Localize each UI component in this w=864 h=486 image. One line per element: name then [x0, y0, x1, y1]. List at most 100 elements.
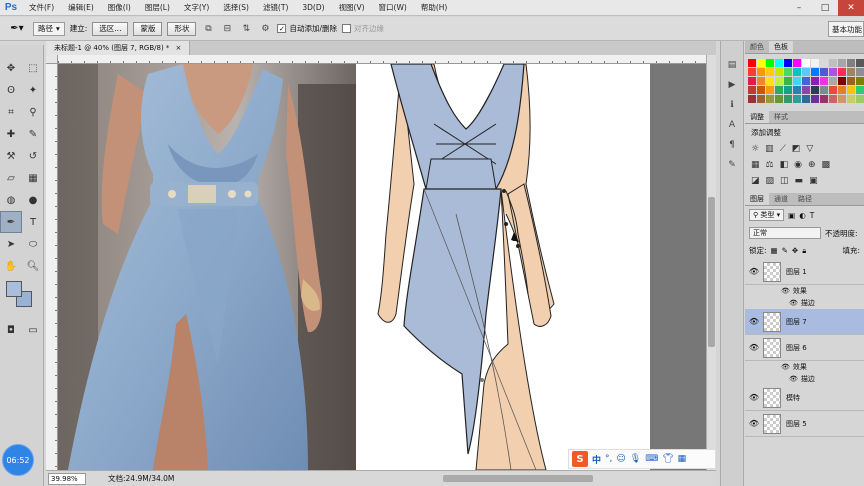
color-swatch[interactable] — [757, 68, 765, 76]
blur-tool-icon[interactable]: ◍ — [0, 189, 22, 211]
menu-view[interactable]: 视图(V) — [332, 2, 372, 13]
skin-icon[interactable]: 👕︎ — [662, 454, 673, 464]
color-swatch[interactable] — [856, 95, 864, 103]
crop-tool-icon[interactable]: ⌗ — [0, 101, 22, 123]
color-swatch[interactable] — [811, 59, 819, 67]
color-swatch[interactable] — [793, 68, 801, 76]
color-swatch[interactable] — [802, 77, 810, 85]
color-swatch[interactable] — [820, 86, 828, 94]
color-swatch[interactable] — [748, 77, 756, 85]
vibrance-icon[interactable]: ▽ — [806, 144, 813, 154]
move-tool-icon[interactable]: ✥ — [0, 57, 22, 79]
filter-type-icon[interactable]: T — [810, 211, 815, 220]
color-swatch[interactable] — [766, 68, 774, 76]
document-size-info[interactable]: 文档:24.9M/34.0M — [108, 473, 174, 484]
brush-tool-icon[interactable]: ✎ — [22, 123, 44, 145]
color-swatch[interactable] — [793, 86, 801, 94]
close-icon[interactable]: ✕ — [838, 0, 864, 16]
ruler-origin[interactable] — [46, 55, 58, 64]
color-swatch[interactable] — [856, 86, 864, 94]
color-swatch[interactable] — [802, 86, 810, 94]
color-swatch[interactable] — [784, 86, 792, 94]
color-swatch[interactable] — [766, 95, 774, 103]
color-swatch[interactable] — [784, 95, 792, 103]
tab-swatches[interactable]: 色板 — [769, 41, 793, 53]
color-swatch[interactable] — [838, 77, 846, 85]
color-swatch[interactable] — [829, 86, 837, 94]
tab-paths[interactable]: 路径 — [793, 193, 817, 205]
layer-name[interactable]: 图层 6 — [786, 343, 807, 353]
layer-name[interactable]: 图层 1 — [786, 267, 807, 277]
path-alignment-icon[interactable]: ⊟ — [220, 22, 234, 36]
color-swatch[interactable] — [775, 68, 783, 76]
menu-layer[interactable]: 图层(L) — [138, 2, 177, 13]
color-swatch[interactable] — [793, 95, 801, 103]
color-swatch[interactable] — [802, 95, 810, 103]
lock-transparent-icon[interactable]: ▦ — [771, 246, 778, 255]
brightness-contrast-icon[interactable]: ☼ — [751, 144, 759, 154]
emoji-icon[interactable]: ☺ — [616, 454, 625, 464]
filter-pixel-icon[interactable]: ▣ — [788, 211, 795, 220]
tab-color[interactable]: 颜色 — [745, 41, 769, 53]
menu-help[interactable]: 帮助(H) — [414, 2, 455, 13]
curves-icon[interactable]: ⟋ — [780, 144, 786, 154]
path-arrangement-icon[interactable]: ⇅ — [239, 22, 253, 36]
color-swatch[interactable] — [748, 68, 756, 76]
color-swatch[interactable] — [766, 77, 774, 85]
sogou-logo[interactable]: S — [572, 451, 588, 467]
info-panel-icon[interactable]: ℹ — [721, 95, 743, 115]
hand-tool-icon[interactable]: ✋ — [0, 255, 22, 277]
color-swatch[interactable] — [766, 59, 774, 67]
levels-icon[interactable]: ▥ — [765, 144, 774, 154]
color-swatch[interactable] — [838, 59, 846, 67]
type-tool-icon[interactable]: T — [22, 211, 44, 233]
color-swatch[interactable] — [793, 77, 801, 85]
gradient-tool-icon[interactable]: ▦ — [22, 167, 44, 189]
layer-item-selected[interactable]: 👁︎ 图层 7 — [745, 309, 864, 335]
lock-image-icon[interactable]: ✎ — [782, 246, 788, 255]
color-swatch[interactable] — [766, 86, 774, 94]
photo-filter-icon[interactable]: ◉ — [794, 160, 802, 170]
invert-icon[interactable]: ◪ — [751, 176, 760, 186]
color-swatch[interactable] — [802, 68, 810, 76]
menu-image[interactable]: 图像(I) — [101, 2, 138, 13]
color-swatch[interactable] — [847, 68, 855, 76]
zoom-level-input[interactable]: 39.98% — [48, 472, 86, 485]
visibility-eye-icon[interactable]: 👁︎ — [745, 419, 763, 428]
shape-button[interactable]: 形状 — [167, 21, 197, 36]
layer-item[interactable]: 👁︎ 模特 — [745, 385, 864, 411]
blend-mode-select[interactable]: 正常 — [749, 227, 821, 239]
zoom-tool-icon[interactable]: 🔍︎ — [22, 255, 44, 277]
history-panel-icon[interactable]: ▤ — [721, 55, 743, 75]
actions-panel-icon[interactable]: ▶ — [721, 75, 743, 95]
black-white-icon[interactable]: ◧ — [780, 160, 789, 170]
menu-file[interactable]: 文件(F) — [22, 2, 61, 13]
color-swatch[interactable] — [757, 77, 765, 85]
visibility-eye-icon[interactable]: 👁︎ — [745, 393, 763, 402]
tab-adjustments[interactable]: 调整 — [745, 111, 769, 123]
eye-icon[interactable]: 👁︎ — [781, 363, 790, 371]
color-swatch[interactable] — [802, 59, 810, 67]
layer-name[interactable]: 图层 5 — [786, 419, 807, 429]
close-tab-icon[interactable]: × — [175, 44, 181, 52]
eye-icon[interactable]: 👁︎ — [789, 299, 798, 307]
align-edges-option[interactable]: 对齐边缘 — [341, 23, 384, 34]
layer-effects-row[interactable]: 👁︎ 效果 — [745, 285, 864, 297]
vertical-ruler[interactable] — [46, 64, 58, 470]
color-swatch[interactable] — [757, 95, 765, 103]
color-swatch[interactable] — [820, 77, 828, 85]
color-swatch[interactable] — [829, 95, 837, 103]
pen-tool-preset-icon[interactable]: ✒▾ — [6, 21, 28, 37]
visibility-eye-icon[interactable]: 👁︎ — [745, 317, 763, 326]
horizontal-scroll-thumb[interactable] — [443, 475, 593, 482]
tab-channels[interactable]: 通道 — [769, 193, 793, 205]
color-swatch[interactable] — [748, 59, 756, 67]
canvas[interactable] — [58, 64, 706, 470]
color-lookup-icon[interactable]: ▩ — [822, 160, 831, 170]
color-swatch[interactable] — [856, 59, 864, 67]
dodge-tool-icon[interactable]: ● — [22, 189, 44, 211]
color-swatch[interactable] — [775, 77, 783, 85]
layer-item[interactable]: 👁︎ 图层 5 — [745, 411, 864, 437]
color-swatch[interactable] — [775, 59, 783, 67]
layer-filter-select[interactable]: ⚲ 类型 ▾ — [749, 209, 785, 221]
